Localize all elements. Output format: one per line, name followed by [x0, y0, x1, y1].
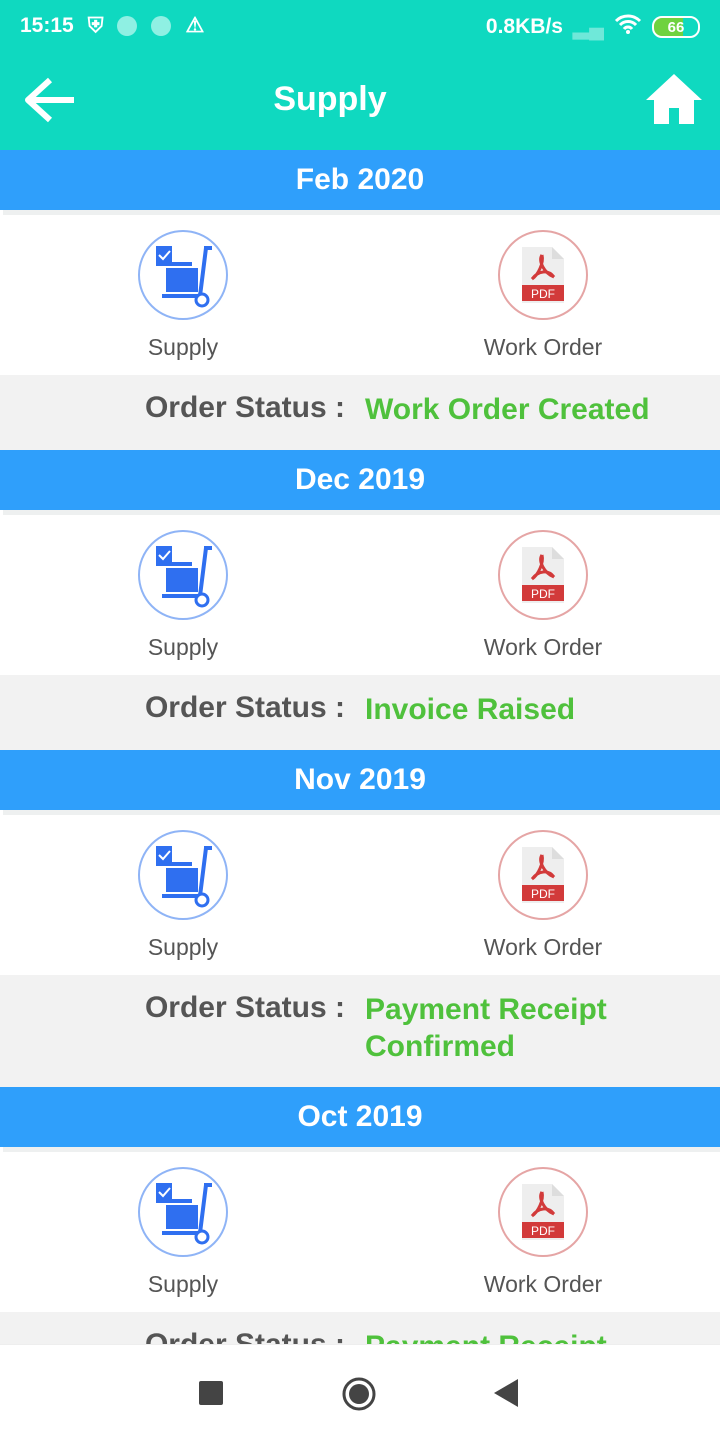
month-header: Dec 2019	[0, 450, 720, 510]
document-card: Supply PDF Work Order	[3, 510, 720, 675]
navigation-bar	[0, 1344, 720, 1440]
supply-list[interactable]: Feb 2020 Supply PDF Work Order Order Sta…	[0, 150, 720, 1344]
month-section: Nov 2019 Supply PDF Work Order Order Sta…	[0, 750, 720, 1087]
work-order-button[interactable]: PDF Work Order	[443, 530, 643, 661]
supply-cart-icon	[138, 1167, 228, 1257]
work-order-button[interactable]: PDF Work Order	[443, 830, 643, 961]
pdf-icon: PDF	[498, 530, 588, 620]
page-title: Supply	[273, 80, 387, 118]
pdf-icon: PDF	[498, 830, 588, 920]
network-speed: 0.8KB/s	[485, 15, 563, 38]
work-order-button[interactable]: PDF Work Order	[443, 230, 643, 361]
pdf-icon: PDF	[498, 1167, 588, 1257]
order-status-value: Payment Receipt Confirmed	[365, 993, 607, 1063]
warning-icon: ⚠	[185, 14, 205, 37]
document-card: Supply PDF Work Order	[3, 1147, 720, 1312]
home-icon[interactable]	[644, 72, 704, 131]
work-order-label: Work Order	[483, 1271, 603, 1297]
pdf-icon: PDF	[498, 230, 588, 320]
work-order-label: Work Order	[483, 634, 603, 660]
battery-level: 66	[667, 18, 685, 36]
supply-label: Supply	[147, 1271, 219, 1297]
work-order-label: Work Order	[483, 934, 603, 960]
battery-icon: 66	[652, 16, 700, 38]
month-section: Dec 2019 Supply PDF Work Order Order Sta…	[0, 450, 720, 750]
svg-text:PDF: PDF	[531, 587, 555, 601]
month-section: Feb 2020 Supply PDF Work Order Order Sta…	[0, 150, 720, 450]
order-status-row: Order Status : Invoice Raised	[0, 675, 720, 750]
order-status-row: Order Status : Payment Receipt	[0, 1312, 720, 1344]
supply-button[interactable]: Supply	[83, 830, 283, 961]
month-section: Oct 2019 Supply PDF Work Order Order Sta…	[0, 1087, 720, 1344]
work-order-label: Work Order	[483, 334, 603, 360]
supply-cart-icon	[138, 830, 228, 920]
order-status-value: Work Order Created	[365, 393, 650, 426]
supply-label: Supply	[147, 634, 219, 660]
month-header: Oct 2019	[0, 1087, 720, 1147]
app-notification-icon	[151, 15, 172, 36]
svg-text:PDF: PDF	[531, 1224, 555, 1238]
supply-button[interactable]: Supply	[83, 530, 283, 661]
order-status-label: Order Status :	[144, 391, 345, 424]
svg-text:PDF: PDF	[531, 287, 555, 301]
supply-label: Supply	[147, 334, 219, 360]
supply-label: Supply	[147, 934, 219, 960]
status-bar: 15:15 ⛨ ⚠ 0.8KB/s ▂▄ 66	[0, 0, 720, 52]
svg-text:PDF: PDF	[531, 887, 555, 901]
signal-icon: ▂▄	[572, 15, 604, 39]
supply-button[interactable]: Supply	[83, 1167, 283, 1298]
wifi-icon	[614, 13, 642, 41]
document-card: Supply PDF Work Order	[3, 810, 720, 975]
home-nav-icon[interactable]	[341, 1376, 377, 1417]
order-status-value: Invoice Raised	[365, 693, 576, 726]
recents-icon[interactable]	[199, 1381, 223, 1410]
order-status-label: Order Status :	[0, 1328, 365, 1344]
document-card: Supply PDF Work Order	[3, 210, 720, 375]
order-status-label: Order Status :	[144, 691, 345, 724]
app-bar: Supply	[0, 52, 720, 150]
order-status-value: Payment Receipt	[365, 1328, 665, 1344]
clock: 15:15	[20, 13, 74, 37]
app-notification-icon	[117, 15, 138, 36]
work-order-button[interactable]: PDF Work Order	[443, 1167, 643, 1298]
month-header: Nov 2019	[0, 750, 720, 810]
order-status-row: Order Status : Payment Receipt Confirmed	[0, 975, 720, 1087]
month-header: Feb 2020	[0, 150, 720, 210]
supply-button[interactable]: Supply	[83, 230, 283, 361]
order-status-label: Order Status :	[144, 991, 345, 1024]
order-status-row: Order Status : Work Order Created	[0, 375, 720, 450]
supply-cart-icon	[138, 530, 228, 620]
back-nav-icon[interactable]	[494, 1379, 518, 1412]
supply-cart-icon	[138, 230, 228, 320]
shield-bolt-icon: ⛨	[87, 13, 104, 37]
